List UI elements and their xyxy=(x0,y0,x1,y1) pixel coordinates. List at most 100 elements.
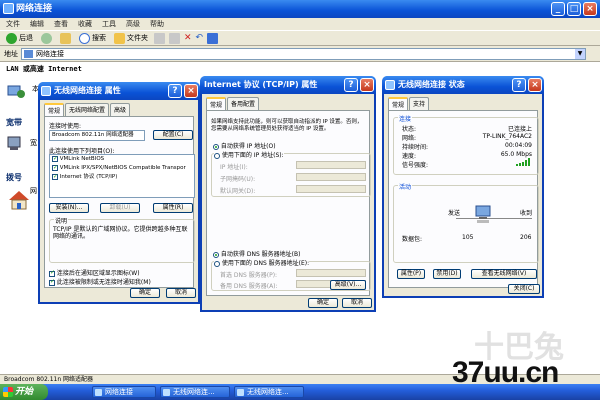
notify-option[interactable]: 此连接被限制或无连接时通知我(M) xyxy=(49,277,151,286)
ok-button[interactable]: 确定 xyxy=(130,288,160,298)
minimize-button[interactable]: _ xyxy=(551,2,565,16)
tab-alternate-config[interactable]: 备用配置 xyxy=(227,97,260,110)
gateway-input[interactable] xyxy=(296,185,366,193)
view-wireless-networks-button[interactable]: 查看无线网络(V) xyxy=(471,269,537,279)
wireless-icon xyxy=(41,86,51,96)
list-item[interactable]: Internet 协议 (TCP/IP) xyxy=(50,173,194,182)
menu-tools[interactable]: 工具 xyxy=(102,18,116,30)
menu-help[interactable]: 帮助 xyxy=(150,18,164,30)
move-icon[interactable] xyxy=(154,32,165,44)
views-icon[interactable] xyxy=(207,32,219,44)
close-button[interactable]: × xyxy=(184,84,198,98)
network-folder-icon xyxy=(24,49,33,58)
subnet-mask-label: 子网掩码(U): xyxy=(220,176,256,183)
network-task-icon[interactable] xyxy=(6,82,26,102)
duration-label: 持续时间: xyxy=(402,144,429,151)
menu-advanced[interactable]: 高级 xyxy=(126,18,140,30)
task-wireless-status[interactable]: 无线网络连... xyxy=(234,386,304,398)
menu-view[interactable]: 查看 xyxy=(54,18,68,30)
menu-favorites[interactable]: 收藏 xyxy=(78,18,92,30)
tab-panel: 如果网络支持此功能，则可以获取自动指派的 IP 设置。否则， 您需要从网络系统管… xyxy=(206,110,371,296)
component-list[interactable]: VMLink NetBIOS VMLink IPX/SPX/NetBIOS Co… xyxy=(49,154,195,198)
copy-icon[interactable] xyxy=(169,32,180,44)
undo-icon[interactable]: ↶ xyxy=(196,33,204,43)
radio[interactable] xyxy=(213,251,219,258)
back-arrow-icon xyxy=(6,32,17,44)
maximize-button[interactable]: □ xyxy=(567,2,581,16)
delete-icon[interactable]: ✕ xyxy=(184,33,192,43)
checkbox[interactable] xyxy=(49,269,55,277)
ok-button[interactable]: 确定 xyxy=(308,298,338,308)
manual-ip-group: 使用下面的 IP 地址(S): IP 地址(I): 子网掩码(U): 默认网关(… xyxy=(211,150,371,197)
auto-ip-option[interactable]: 自动获得 IP 地址(O) xyxy=(213,141,276,150)
disable-button[interactable]: 禁用(D) xyxy=(433,269,461,279)
cancel-button[interactable]: 取消 xyxy=(342,298,372,308)
network-folder-icon xyxy=(95,389,102,396)
preferred-dns-input[interactable] xyxy=(296,269,366,277)
subnet-mask-input[interactable] xyxy=(296,173,366,181)
close-button[interactable]: × xyxy=(583,2,597,16)
close-button[interactable]: × xyxy=(360,78,374,92)
checkbox[interactable] xyxy=(49,278,55,286)
item-checkbox[interactable] xyxy=(52,155,58,163)
task-wireless-properties[interactable]: 无线网络连... xyxy=(160,386,230,398)
close-dialog-button[interactable]: 关闭(C) xyxy=(508,284,540,294)
install-button[interactable]: 安装(N)... xyxy=(49,203,89,213)
properties-button[interactable]: 属性(P) xyxy=(397,269,425,279)
tab-advanced[interactable]: 高级 xyxy=(110,103,131,116)
received-label: 收到 xyxy=(520,210,533,217)
folders-button[interactable]: 文件夹 xyxy=(112,32,150,44)
menu-file[interactable]: 文件 xyxy=(6,18,20,30)
tab-wireless-networks[interactable]: 无线网络配置 xyxy=(65,103,110,116)
broadband-connection-icon[interactable] xyxy=(6,134,26,154)
intro-line-2: 您需要从网络系统管理员处获得适当的 IP 设置。 xyxy=(211,126,330,132)
adapter-name: Broadcom 802.11n 网络适配器 xyxy=(52,132,134,138)
radio[interactable] xyxy=(214,152,220,159)
uninstall-button[interactable]: 卸载(U) xyxy=(100,203,140,213)
radio[interactable] xyxy=(213,143,219,150)
menu-edit[interactable]: 编辑 xyxy=(30,18,44,30)
ip-address-input[interactable] xyxy=(296,161,366,169)
list-item[interactable]: VMLink NetBIOS xyxy=(50,155,194,164)
tab-strip: 常规 支持 xyxy=(384,94,542,110)
tab-support[interactable]: 支持 xyxy=(409,97,430,110)
radio[interactable] xyxy=(214,260,220,267)
folder-icon xyxy=(114,32,125,44)
configure-button[interactable]: 配置(C) xyxy=(153,130,193,140)
signal-strength-label: 信号强度: xyxy=(402,162,429,169)
tab-general[interactable]: 常规 xyxy=(44,103,65,116)
main-window-title: 网络连接 xyxy=(16,4,53,14)
item-checkbox[interactable] xyxy=(52,164,58,172)
wireless-icon xyxy=(385,80,395,90)
manual-dns-option[interactable]: 使用下面的 DNS 服务器地址(E): xyxy=(214,258,310,267)
start-button[interactable]: 开始 xyxy=(0,384,48,400)
show-icon-option[interactable]: 连接后在通知区域显示图标(W) xyxy=(49,268,140,277)
description-group: 说明 TCP/IP 是默认的广域网协议。它提供跨越多种互联网络的通讯。 xyxy=(49,216,195,263)
cancel-button[interactable]: 取消 xyxy=(166,288,196,298)
back-button[interactable]: 后退 xyxy=(4,32,35,44)
advanced-button[interactable]: 高级(V)... xyxy=(330,280,366,290)
properties-button[interactable]: 属性(R) xyxy=(153,203,193,213)
help-button[interactable]: ? xyxy=(344,78,358,92)
left-pane-text-fragment: 宽 xyxy=(30,139,37,147)
close-button[interactable]: × xyxy=(528,78,542,92)
help-button[interactable]: ? xyxy=(168,84,182,98)
up-button[interactable] xyxy=(58,32,73,44)
help-button[interactable]: ? xyxy=(512,78,526,92)
search-icon xyxy=(79,32,90,44)
auto-dns-option[interactable]: 自动获得 DNS 服务器地址(B) xyxy=(213,249,300,258)
list-item[interactable]: VMLink IPX/SPX/NetBIOS Compatible Transp… xyxy=(50,164,194,173)
broadband-section-label: 宽带 xyxy=(6,118,22,127)
tab-general[interactable]: 常规 xyxy=(206,97,227,110)
task-network-connections[interactable]: 网络连接 xyxy=(92,386,156,398)
status-value: 已连接上 xyxy=(507,126,532,133)
auto-dns-label: 自动获得 DNS 服务器地址(B) xyxy=(220,251,301,258)
tab-general[interactable]: 常规 xyxy=(388,97,409,110)
home-network-icon[interactable] xyxy=(8,190,30,212)
chevron-down-icon[interactable]: ▼ xyxy=(575,48,585,59)
forward-button[interactable] xyxy=(39,32,54,44)
address-input[interactable]: 网络连接 ▼ xyxy=(21,47,586,60)
search-button[interactable]: 搜索 xyxy=(77,32,108,44)
manual-ip-option[interactable]: 使用下面的 IP 地址(S): xyxy=(214,150,284,159)
item-checkbox[interactable] xyxy=(52,173,58,181)
